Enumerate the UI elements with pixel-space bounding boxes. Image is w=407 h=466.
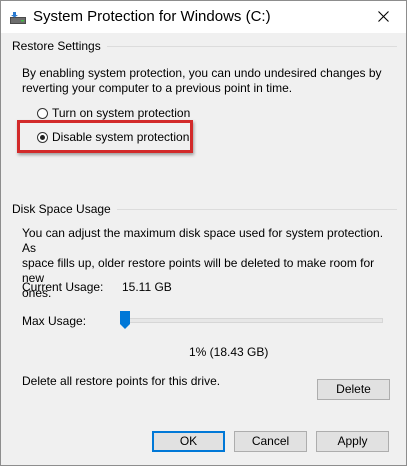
disk-space-header: Disk Space Usage	[12, 202, 397, 216]
restore-settings-description: By enabling system protection, you can u…	[22, 66, 382, 96]
turn-on-protection-radio[interactable]: Turn on system protection	[37, 106, 190, 120]
current-usage-value: 15.11 GB	[122, 280, 172, 294]
divider	[116, 208, 397, 210]
current-usage-label: Current Usage:	[22, 280, 104, 294]
highlight-annotation	[17, 120, 193, 153]
close-button[interactable]	[360, 1, 406, 32]
drive-protection-icon	[10, 12, 26, 24]
title-bar[interactable]: System Protection for Windows (C:)	[1, 1, 406, 33]
restore-settings-header: Restore Settings	[12, 39, 397, 53]
apply-button[interactable]: Apply	[316, 431, 389, 452]
window-title: System Protection for Windows (C:)	[33, 8, 271, 25]
close-icon	[377, 11, 389, 22]
turn-on-protection-label[interactable]: Turn on system protection	[52, 106, 190, 120]
description-line: You can adjust the maximum disk space us…	[22, 226, 384, 255]
delete-button[interactable]: Delete	[317, 379, 390, 400]
cancel-button[interactable]: Cancel	[234, 431, 307, 452]
description-line: By enabling system protection, you can u…	[22, 66, 382, 80]
disk-space-label: Disk Space Usage	[12, 202, 111, 216]
description-line: reverting your computer to a previous po…	[22, 81, 293, 95]
max-usage-label: Max Usage:	[22, 314, 87, 328]
radio-button-unchecked[interactable]	[37, 107, 48, 119]
max-usage-value: 1% (18.43 GB)	[189, 345, 269, 359]
max-usage-slider-thumb[interactable]	[120, 311, 130, 329]
max-usage-slider-track[interactable]	[124, 318, 383, 323]
restore-settings-label: Restore Settings	[12, 39, 101, 53]
delete-restore-points-text: Delete all restore points for this drive…	[22, 374, 221, 388]
system-protection-dialog: System Protection for Windows (C:) Resto…	[0, 0, 407, 466]
ok-button[interactable]: OK	[152, 431, 225, 452]
divider	[106, 45, 397, 47]
